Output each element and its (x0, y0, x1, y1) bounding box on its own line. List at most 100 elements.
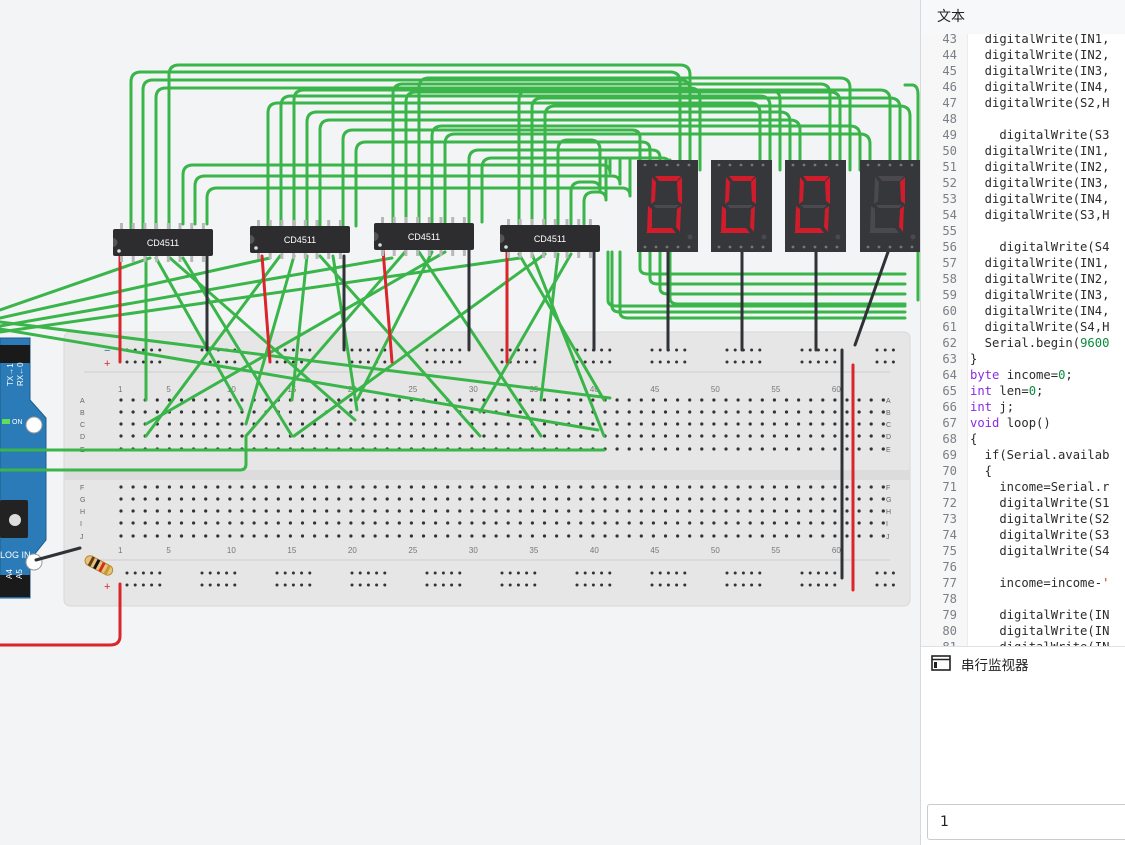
code-line[interactable]: 44 digitalWrite(IN2, (921, 47, 1125, 63)
code-line[interactable]: 51 digitalWrite(IN2, (921, 159, 1125, 175)
code-line[interactable]: 65 int len=0; (921, 383, 1125, 399)
code-line[interactable]: 63} (921, 351, 1125, 367)
circuit-canvas[interactable]: − + + A A B B C C D D E E F F G G H H I I J J 1 1 5 5 10 10 15 15 20 20 2… (0, 0, 920, 845)
display-pin[interactable] (643, 163, 647, 167)
chip-pin[interactable] (257, 253, 260, 259)
wire-display-bottom[interactable] (606, 250, 907, 308)
display-pin[interactable] (824, 163, 828, 167)
serial-input[interactable] (938, 813, 1122, 831)
code-line[interactable]: 72 digitalWrite(S1 (921, 495, 1125, 511)
chip-pin[interactable] (518, 219, 522, 225)
display-pin[interactable] (877, 245, 881, 249)
display-pin[interactable] (643, 245, 647, 249)
chip-notch[interactable] (254, 246, 258, 250)
display-pin[interactable] (654, 245, 658, 249)
display-segment[interactable] (801, 205, 827, 208)
display-pin[interactable] (888, 245, 892, 249)
display-pin[interactable] (791, 245, 795, 249)
display-pin[interactable] (802, 163, 806, 167)
code-line[interactable]: 74 digitalWrite(S3 (921, 527, 1125, 543)
chip-pin[interactable] (338, 253, 342, 259)
display-pin[interactable] (802, 245, 806, 249)
chip-pin[interactable] (190, 223, 194, 229)
chip-pin[interactable] (178, 256, 182, 262)
chip-pin[interactable] (303, 253, 307, 259)
chip-pin[interactable] (588, 252, 592, 258)
code-line[interactable]: 60 digitalWrite(IN4, (921, 303, 1125, 319)
code-line[interactable]: 77 income=income-' (921, 575, 1125, 591)
serial-monitor-header[interactable]: 串行监视器 (921, 646, 1125, 680)
display-dot[interactable] (835, 234, 841, 240)
code-line[interactable]: 66 int j; (921, 399, 1125, 415)
display-pin[interactable] (813, 163, 817, 167)
seven-segment-display[interactable] (637, 160, 698, 252)
chip-pin[interactable] (404, 250, 408, 256)
code-editor[interactable]: 43 digitalWrite(IN1, 44 digitalWrite(IN2,… (921, 34, 1125, 646)
display-pin[interactable] (665, 245, 669, 249)
wire-display-bottom[interactable] (638, 250, 907, 276)
seven-segment-display[interactable] (785, 160, 846, 252)
chip-pin[interactable] (427, 217, 431, 223)
chip-pin[interactable] (201, 223, 205, 229)
display-segment[interactable] (876, 205, 902, 208)
wire-to-display[interactable] (341, 128, 642, 228)
display-pin[interactable] (676, 245, 680, 249)
chip-pin[interactable] (292, 253, 296, 259)
chip-pin[interactable] (439, 250, 443, 256)
chip-pin[interactable] (392, 217, 396, 223)
chip-pin[interactable] (507, 219, 510, 225)
code-line[interactable]: 59 digitalWrite(IN3, (921, 287, 1125, 303)
code-line[interactable]: 53 digitalWrite(IN4, (921, 191, 1125, 207)
code-line[interactable]: 64 byte income=0; (921, 367, 1125, 383)
chip-pin[interactable] (451, 217, 455, 223)
seven-segment-display[interactable] (860, 160, 920, 252)
chip-pin[interactable] (280, 253, 284, 259)
code-line[interactable]: 52 digitalWrite(IN3, (921, 175, 1125, 191)
chip-pin[interactable] (201, 256, 205, 262)
arduino-mount-hole[interactable] (25, 416, 43, 434)
code-line[interactable]: 76 (921, 559, 1125, 575)
code-line[interactable]: 79 digitalWrite(IN (921, 607, 1125, 623)
code-line[interactable]: 45 digitalWrite(IN3, (921, 63, 1125, 79)
display-pin[interactable] (717, 245, 721, 249)
chip-pin[interactable] (565, 219, 569, 225)
chip-pin[interactable] (166, 223, 170, 229)
chip-pin[interactable] (439, 217, 443, 223)
wire-to-display[interactable] (582, 158, 608, 226)
chip-pin[interactable] (553, 219, 557, 225)
wire-display-bottom[interactable] (648, 250, 907, 286)
display-pin[interactable] (761, 245, 765, 249)
code-line[interactable]: 78 (921, 591, 1125, 607)
chip-pin[interactable] (381, 217, 384, 223)
display-pin[interactable] (728, 245, 732, 249)
chip-pin[interactable] (327, 220, 331, 226)
chip-pin[interactable] (131, 256, 135, 262)
display-pin[interactable] (877, 163, 881, 167)
display-pin[interactable] (717, 163, 721, 167)
code-line[interactable]: 71 income=Serial.r (921, 479, 1125, 495)
cd4511-chip[interactable]: CD4511 (250, 220, 350, 259)
chip-pin[interactable] (327, 253, 331, 259)
display-segment[interactable] (803, 176, 829, 181)
display-pin[interactable] (888, 163, 892, 167)
code-line[interactable]: 46 digitalWrite(IN4, (921, 79, 1125, 95)
chip-pin[interactable] (553, 252, 557, 258)
display-pin[interactable] (665, 163, 669, 167)
chip-pin[interactable] (292, 220, 296, 226)
code-line[interactable]: 75 digitalWrite(S4 (921, 543, 1125, 559)
code-line[interactable]: 73 digitalWrite(S2 (921, 511, 1125, 527)
circuit-drawing[interactable]: −++A AB BC CD DE EF FG GH HI IJ J11551010151520202… (0, 0, 920, 845)
display-pin[interactable] (750, 245, 754, 249)
code-line[interactable]: 56 digitalWrite(S4 (921, 239, 1125, 255)
display-segment[interactable] (729, 176, 755, 181)
code-line[interactable]: 57 digitalWrite(IN1, (921, 255, 1125, 271)
arduino-header[interactable] (0, 345, 30, 363)
display-segment[interactable] (646, 228, 676, 233)
display-pin[interactable] (899, 245, 903, 249)
display-pin[interactable] (835, 245, 839, 249)
seven-segment-display[interactable] (711, 160, 772, 252)
chip-notch[interactable] (378, 243, 382, 247)
chip-pin[interactable] (451, 250, 455, 256)
chip-pin[interactable] (588, 219, 592, 225)
code-line[interactable]: 61 digitalWrite(S4,H (921, 319, 1125, 335)
